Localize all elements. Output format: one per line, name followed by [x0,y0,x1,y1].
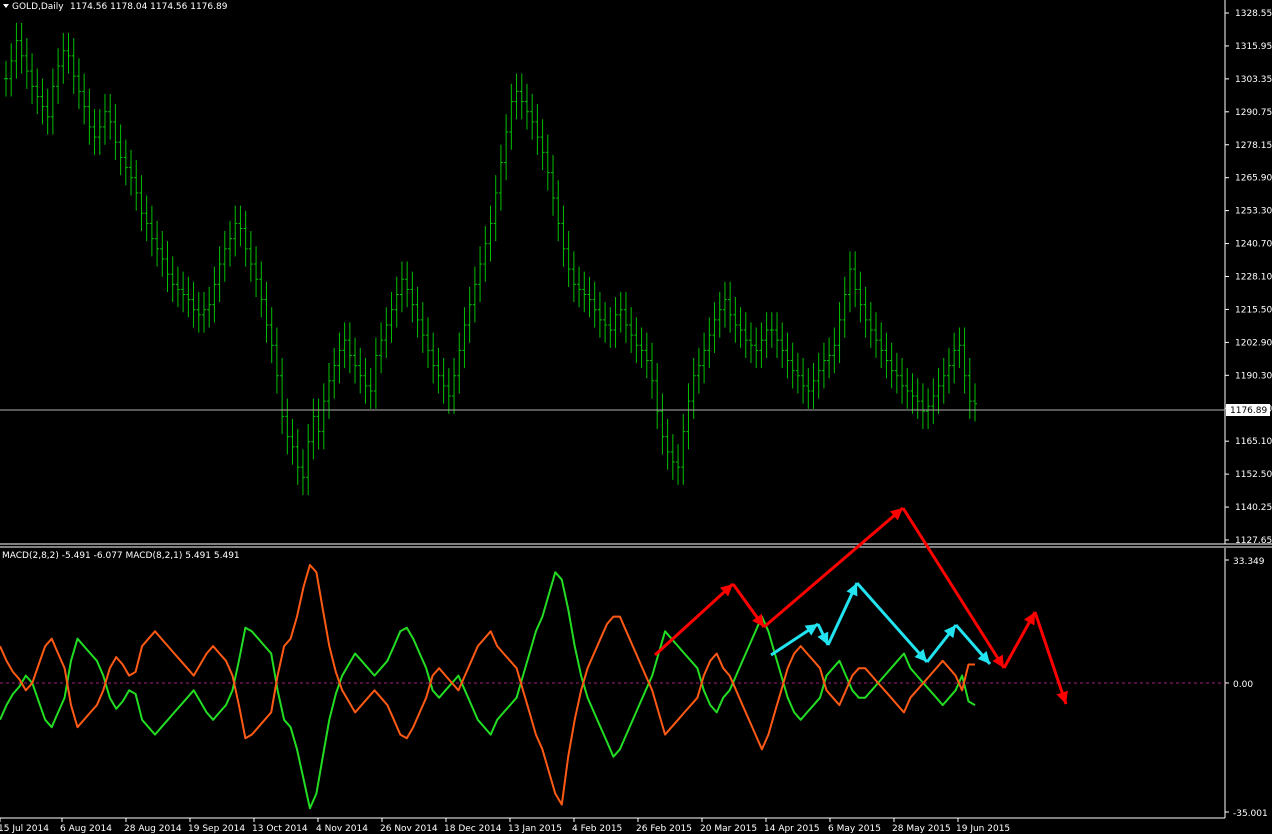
price-tick-label: 1315.95 [1235,42,1272,52]
price-tick-label: 1215.50 [1235,305,1272,315]
time-tick-label: 18 Dec 2014 [444,824,502,834]
current-price-label: 1176.89 [1230,406,1267,416]
time-tick-label: 15 Jul 2014 [0,824,49,834]
price-tick-label: 1140.25 [1235,503,1272,513]
price-tick-label: 1278.15 [1235,141,1272,151]
price-tick-label: 1152.50 [1235,470,1272,480]
time-tick-label: 14 Apr 2015 [764,824,820,834]
macd-tick-label: -35.001 [1233,809,1268,819]
time-tick-label: 28 Aug 2014 [124,824,182,834]
time-tick-label: 26 Nov 2014 [380,824,438,834]
time-tick-label: 6 May 2015 [828,824,881,834]
macd-indicator-label: MACD(2,8,2) -5.491 -6.077 MACD(8,2,1) 5.… [2,551,240,561]
ohlc-readout: 1174.56 1178.04 1174.56 1176.89 [70,2,228,12]
price-tick-label: 1303.35 [1235,75,1272,85]
trading-chart[interactable]: 1328.55 1315.95 1303.35 1290.75 1278.15 1265.… [0,0,1272,834]
macd-tick-label: 0.00 [1233,680,1253,690]
time-tick-label: 4 Feb 2015 [572,824,622,834]
price-tick-label: 1253.30 [1235,207,1272,217]
time-tick-label: 28 May 2015 [892,824,951,834]
time-tick-label: 19 Sep 2014 [188,824,245,834]
time-tick-label: 20 Mar 2015 [700,824,757,834]
time-tick-label: 26 Feb 2015 [636,824,692,834]
price-tick-label: 1190.30 [1235,371,1272,381]
time-tick-label: 13 Oct 2014 [252,824,308,834]
price-tick-label: 1202.90 [1235,338,1272,348]
price-tick-label: 1328.55 [1235,9,1272,19]
time-tick-label: 19 Jun 2015 [956,824,1010,834]
symbol-label: GOLD,Daily [12,2,64,12]
time-tick-label: 4 Nov 2014 [316,824,368,834]
time-tick-label: 13 Jan 2015 [508,824,562,834]
price-tick-label: 1228.10 [1235,273,1272,283]
price-tick-label: 1127.65 [1235,536,1272,546]
time-tick-label: 6 Aug 2014 [60,824,112,834]
chart-background [0,0,1272,834]
macd-tick-label: 33.349 [1233,557,1265,567]
price-tick-label: 1165.10 [1235,437,1272,447]
price-tick-label: 1265.90 [1235,174,1272,184]
price-tick-label: 1240.70 [1235,240,1272,250]
price-tick-label: 1290.75 [1235,108,1272,118]
